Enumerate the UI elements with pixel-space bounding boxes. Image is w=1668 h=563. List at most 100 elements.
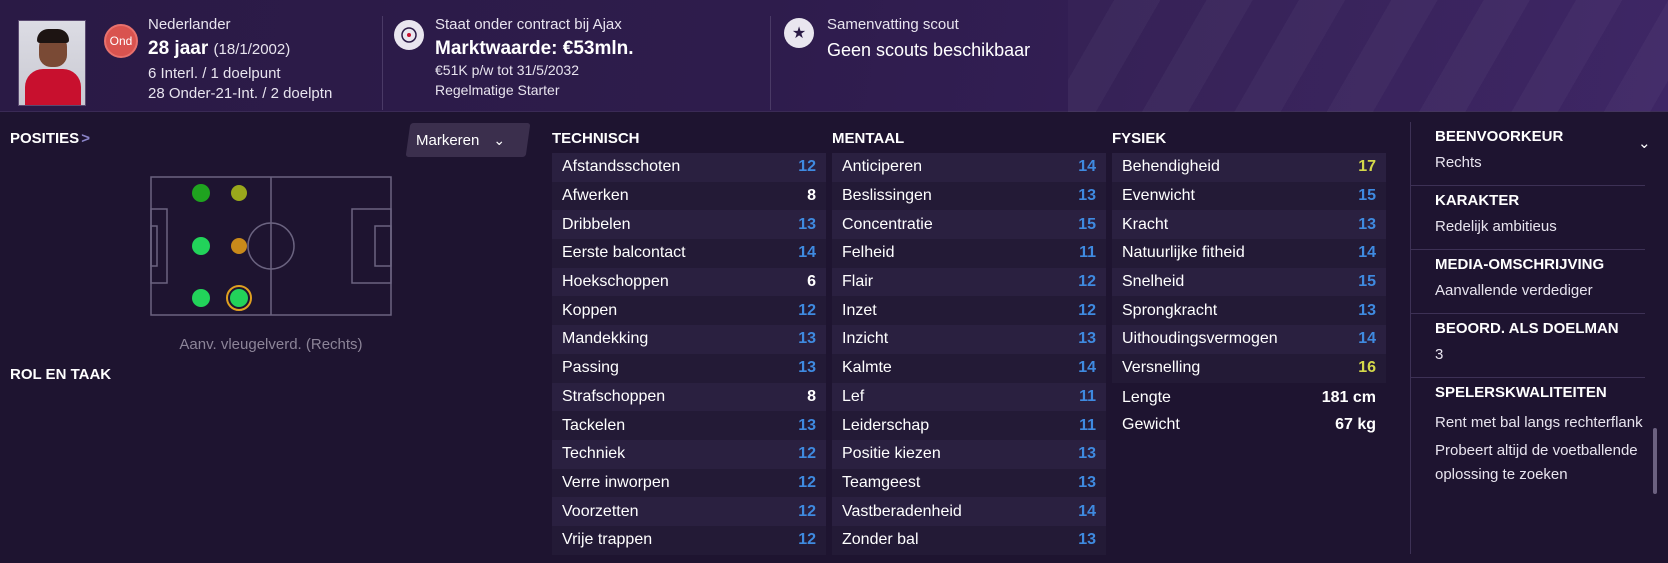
- attribute-value: 14: [1358, 330, 1376, 348]
- attribute-row[interactable]: Vastberadenheid 14: [832, 497, 1106, 526]
- attribute-name: Uithoudingsvermogen: [1122, 330, 1278, 348]
- attribute-row[interactable]: Eerste balcontact 14: [552, 239, 826, 268]
- role-title[interactable]: ROL EN TAAK: [10, 366, 111, 383]
- attribute-name: Voorzetten: [562, 502, 639, 520]
- position-dot[interactable]: [231, 238, 247, 254]
- attribute-value: 11: [1079, 416, 1096, 434]
- header-divider: [770, 16, 771, 110]
- trait-item[interactable]: Probeert altijd de voetballende oplossin…: [1435, 439, 1645, 487]
- wage: €51K p/w tot 31/5/2032: [435, 62, 579, 78]
- attribute-name: Sprongkracht: [1122, 301, 1218, 319]
- nationality[interactable]: Nederlander: [148, 16, 231, 33]
- attribute-row[interactable]: Flair 12: [832, 267, 1106, 297]
- attribute-name: Vrije trappen: [562, 531, 653, 549]
- attribute-row[interactable]: Beslissingen 13: [832, 181, 1106, 211]
- attribute-row[interactable]: Tackelen 13: [552, 411, 826, 440]
- right-goal-box: [374, 225, 392, 267]
- positions-title[interactable]: Posities >: [10, 130, 90, 147]
- attribute-row[interactable]: Afstandsschoten 12: [552, 153, 826, 182]
- gk-value: 3: [1435, 346, 1444, 363]
- position-dot[interactable]: [231, 185, 247, 201]
- attribute-row[interactable]: Snelheid 15: [1112, 267, 1386, 297]
- attribute-row[interactable]: Sprongkracht 13: [1112, 296, 1386, 326]
- character-title: KARAKTER: [1435, 192, 1520, 209]
- attribute-value: 13: [1078, 187, 1096, 205]
- preferred-foot: BEENVOORKEUR Rechts: [1411, 122, 1645, 186]
- attribute-row[interactable]: Inzet 12: [832, 296, 1106, 326]
- attribute-value: 11: [1079, 244, 1096, 262]
- attribute-row[interactable]: Hoekschoppen 6: [552, 267, 826, 297]
- attribute-row[interactable]: Koppen 12: [552, 296, 826, 326]
- contract-club[interactable]: Staat onder contract bij Ajax: [435, 16, 622, 33]
- attribute-row[interactable]: Zonder bal 13: [832, 525, 1106, 555]
- attribute-row[interactable]: Strafschoppen 8: [552, 382, 826, 412]
- attribute-row[interactable]: Dribbelen 13: [552, 210, 826, 240]
- weight-value: 67 kg: [1335, 415, 1376, 433]
- attribute-row[interactable]: Techniek 12: [552, 439, 826, 469]
- right-penalty-box: [351, 208, 392, 284]
- chevron-down-icon: ⌄: [493, 131, 506, 148]
- squad-status: Regelmatige Starter: [435, 82, 560, 98]
- markeren-label: Markeren: [416, 131, 480, 149]
- markeren-dropdown[interactable]: Markeren ⌄: [416, 123, 526, 157]
- attribute-row[interactable]: Uithoudingsvermogen 14: [1112, 325, 1386, 354]
- attribute-row[interactable]: Lef 11: [832, 382, 1106, 412]
- attribute-row[interactable]: Felheid 11: [832, 239, 1106, 268]
- position-dot[interactable]: [192, 184, 210, 202]
- attribute-value: 8: [807, 187, 816, 205]
- goalkeeper-rating: BEOORD. ALS DOELMAN 3: [1411, 314, 1645, 378]
- attribute-row[interactable]: Evenwicht 15: [1112, 181, 1386, 211]
- height-row: Lengte 181 cm: [1112, 384, 1386, 411]
- attribute-row[interactable]: Mandekking 13: [552, 325, 826, 354]
- mentaal-list: Anticiperen 14 Beslissingen 13 Concentratie 1…: [832, 153, 1106, 555]
- attribute-value: 16: [1358, 359, 1376, 377]
- attribute-value: 13: [1078, 531, 1096, 549]
- attribute-name: Behendigheid: [1122, 158, 1220, 176]
- attribute-name: Teamgeest: [842, 473, 921, 491]
- attribute-row[interactable]: Kalmte 14: [832, 353, 1106, 383]
- attribute-row[interactable]: Teamgeest 13: [832, 468, 1106, 498]
- ajax-crest-icon[interactable]: [394, 20, 424, 50]
- position-dot[interactable]: [192, 289, 210, 307]
- player-photo[interactable]: [18, 20, 86, 106]
- attribute-row[interactable]: Inzicht 13: [832, 325, 1106, 354]
- attribute-row[interactable]: Anticiperen 14: [832, 153, 1106, 182]
- attribute-row[interactable]: Concentratie 15: [832, 210, 1106, 240]
- player-traits: SPELERSKWALITEITEN Rent met bal langs re…: [1411, 378, 1645, 487]
- attribute-name: Tackelen: [562, 416, 626, 434]
- age: 28 jaar: [148, 38, 209, 59]
- attribute-row[interactable]: Versnelling 16: [1112, 353, 1386, 383]
- attribute-name: Hoekschoppen: [562, 273, 669, 291]
- traits-scrollbar[interactable]: [1653, 428, 1657, 494]
- attribute-row[interactable]: Voorzetten 12: [552, 497, 826, 526]
- attribute-value: 15: [1358, 273, 1376, 291]
- position-dot[interactable]: [192, 237, 210, 255]
- pitch-diagram: [150, 176, 392, 316]
- chevron-right-icon: >: [81, 130, 90, 147]
- attribute-value: 13: [1078, 330, 1096, 348]
- attribute-row[interactable]: Positie kiezen 13: [832, 439, 1106, 469]
- attribute-row[interactable]: Vrije trappen 12: [552, 525, 826, 555]
- technisch-list: Afstandsschoten 12 Afwerken 8 Dribbelen 13 Eer…: [552, 153, 826, 555]
- attribute-row[interactable]: Leiderschap 11: [832, 411, 1106, 440]
- trait-item[interactable]: Rent met bal langs rechterflank: [1435, 411, 1645, 435]
- attribute-name: Mandekking: [562, 330, 649, 348]
- attribute-name: Vastberadenheid: [842, 502, 962, 520]
- attribute-row[interactable]: Passing 13: [552, 353, 826, 383]
- attribute-row[interactable]: Behendigheid 17: [1112, 153, 1386, 182]
- attribute-row[interactable]: Kracht 13: [1112, 210, 1386, 240]
- attribute-value: 12: [798, 502, 816, 520]
- attribute-row[interactable]: Afwerken 8: [552, 181, 826, 211]
- attribute-value: 15: [1358, 187, 1376, 205]
- attribute-row[interactable]: Natuurlijke fitheid 14: [1112, 239, 1386, 268]
- attribute-name: Natuurlijke fitheid: [1122, 244, 1245, 262]
- attribute-value: 12: [798, 445, 816, 463]
- attribute-value: 13: [1358, 215, 1376, 233]
- attribute-name: Koppen: [562, 301, 618, 319]
- attribute-name: Anticiperen: [842, 158, 923, 176]
- position-dot-selected[interactable]: [230, 289, 248, 307]
- attribute-name: Passing: [562, 359, 619, 377]
- attribute-row[interactable]: Verre inworpen 12: [552, 468, 826, 498]
- attribute-name: Leiderschap: [842, 416, 930, 434]
- attribute-name: Beslissingen: [842, 187, 932, 205]
